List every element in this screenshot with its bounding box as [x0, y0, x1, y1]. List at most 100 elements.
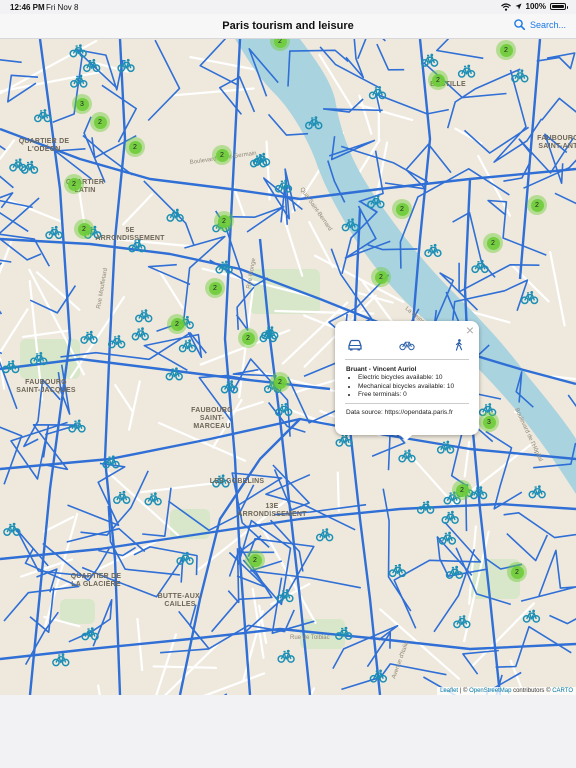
- bicycle-icon[interactable]: [520, 290, 539, 305]
- bicycle-icon[interactable]: [135, 308, 153, 323]
- bicycle-icon[interactable]: [1, 359, 20, 374]
- walking-icon[interactable]: [451, 339, 467, 351]
- station-cluster[interactable]: 2: [212, 145, 232, 165]
- osm-link[interactable]: OpenStreetMap: [469, 688, 511, 694]
- search-label: Search...: [529, 19, 566, 30]
- bicycle-icon[interactable]: [33, 108, 52, 123]
- station-cluster[interactable]: 2: [496, 40, 516, 60]
- popup-divider: [345, 403, 469, 404]
- street: [122, 193, 154, 226]
- station-cluster[interactable]: 2: [270, 372, 290, 392]
- map-view[interactable]: Boulevard Saint-Germain Rue Monge Quai Sai…: [0, 39, 576, 695]
- place-label: 5E ARRONDISSEMENT: [95, 227, 165, 242]
- street: [35, 271, 81, 311]
- street: [203, 672, 266, 695]
- bike-lane: [436, 39, 484, 60]
- status-time: 12:46 PM: [10, 3, 45, 12]
- bike-lane: [101, 84, 137, 143]
- station-cluster[interactable]: 2: [452, 480, 472, 500]
- bicycle-icon[interactable]: [45, 225, 63, 240]
- bike-lane: [160, 609, 295, 654]
- bicycle-icon[interactable]: [528, 484, 546, 499]
- cluster-count: 2: [241, 331, 255, 345]
- bike-lane: [0, 351, 3, 355]
- park-area: [60, 599, 95, 624]
- station-cluster[interactable]: 3: [479, 412, 499, 432]
- station-cluster[interactable]: 2: [167, 314, 187, 334]
- street-label: Rue de Tolbiac: [290, 635, 330, 641]
- page-title: Paris tourism and leisure: [222, 20, 354, 32]
- bicycle-icon[interactable]: [399, 339, 415, 351]
- place-label: 13E ARRONDISSEMENT: [237, 503, 307, 518]
- cluster-count: 2: [486, 236, 500, 250]
- empty-area: [0, 695, 576, 768]
- data-source: Data source: https://opendata.paris.fr: [346, 409, 453, 416]
- status-right: 100%: [500, 2, 568, 11]
- bicycle-icon[interactable]: [315, 527, 334, 542]
- station-popup: × Bruant - Vincent Auriol Electric bicyc…: [335, 321, 479, 441]
- station-cluster[interactable]: 3: [72, 94, 92, 114]
- street: [43, 515, 75, 533]
- mechanical-bikes-available: Mechanical bicycles available: 10: [358, 383, 454, 392]
- bike-lane: [319, 46, 380, 89]
- bike-lane: [520, 549, 576, 602]
- station-cluster[interactable]: 2: [245, 550, 265, 570]
- map-canvas[interactable]: Boulevard Saint-GermainRue MongeQuai Sai…: [0, 39, 576, 695]
- attribution-contributors: contributors ©: [511, 688, 553, 694]
- station-cluster[interactable]: 2: [428, 70, 448, 90]
- bicycle-icon[interactable]: [420, 53, 439, 67]
- station-cluster[interactable]: 2: [392, 199, 412, 219]
- selected-station-bicycle-icon[interactable]: [398, 449, 416, 463]
- bike-lane: [485, 430, 523, 510]
- station-cluster[interactable]: 2: [238, 328, 258, 348]
- station-cluster[interactable]: 2: [371, 267, 391, 287]
- bicycle-icon[interactable]: [131, 326, 150, 341]
- bicycle-icon[interactable]: [144, 491, 162, 506]
- search-icon: [514, 19, 525, 30]
- street: [114, 384, 134, 413]
- bike-lane: [375, 93, 449, 115]
- station-cluster[interactable]: 2: [214, 211, 234, 231]
- cluster-count: 2: [374, 270, 388, 284]
- bike-lane: [0, 192, 33, 209]
- station-cluster[interactable]: 2: [507, 562, 527, 582]
- street: [549, 251, 566, 327]
- carto-link[interactable]: CARTO: [552, 688, 573, 694]
- bicycle-icon[interactable]: [424, 243, 442, 258]
- station-cluster[interactable]: 2: [90, 112, 110, 132]
- station-cluster[interactable]: 2: [64, 174, 84, 194]
- battery-percent: 100%: [525, 2, 546, 11]
- close-popup-button[interactable]: ×: [466, 323, 474, 337]
- bicycle-icon[interactable]: [471, 259, 489, 274]
- place-label: FAUBOURG SAINT-ANT: [537, 135, 576, 150]
- station-cluster[interactable]: 2: [205, 278, 225, 298]
- street: [0, 241, 13, 275]
- bike-lane: [103, 39, 127, 695]
- cluster-count: 2: [395, 202, 409, 216]
- bike-lane: [357, 39, 386, 60]
- place-label: LES GOBELINS: [209, 478, 265, 485]
- leaflet-link[interactable]: Leaflet: [440, 688, 458, 694]
- bicycle-icon[interactable]: [3, 522, 21, 536]
- street: [336, 471, 340, 513]
- bike-lane: [107, 505, 180, 576]
- station-cluster[interactable]: 2: [527, 195, 547, 215]
- street: [471, 602, 535, 667]
- status-date: Fri Nov 8: [46, 3, 79, 12]
- cluster-count: 2: [128, 140, 142, 154]
- bicycle-icon[interactable]: [9, 158, 27, 172]
- bicycle-icon[interactable]: [277, 649, 295, 663]
- search-button[interactable]: Search...: [514, 19, 566, 30]
- bike-lane: [229, 205, 285, 233]
- bike-lane: [80, 470, 149, 536]
- bicycle-icon[interactable]: [436, 440, 455, 454]
- station-cluster[interactable]: 2: [483, 233, 503, 253]
- station-cluster[interactable]: 2: [74, 219, 94, 239]
- bicycle-icon[interactable]: [441, 510, 459, 524]
- station-cluster[interactable]: 2: [125, 137, 145, 157]
- bicycle-icon[interactable]: [457, 64, 476, 78]
- bike-lane: [232, 368, 277, 377]
- car-icon[interactable]: [347, 339, 363, 351]
- bicycle-icon[interactable]: [52, 652, 70, 667]
- bicycle-icon[interactable]: [113, 490, 131, 504]
